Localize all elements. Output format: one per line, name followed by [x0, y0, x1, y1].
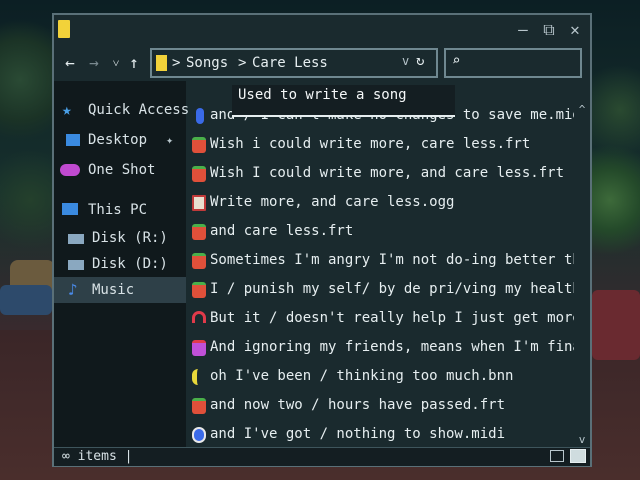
- file-row[interactable]: and now two / hours have passed.frt: [186, 391, 574, 420]
- file-name: oh I've been / thinking too much.bnn: [210, 368, 514, 384]
- file-row[interactable]: And ignoring my friends, means when I'm …: [186, 333, 574, 362]
- strawberry-icon: [192, 137, 206, 153]
- file-name: and I've got / nothing to show.midi: [210, 426, 506, 442]
- file-row[interactable]: I / punish my self/ by de pri/ving my he…: [186, 275, 574, 304]
- status-bar: ∞ items |: [54, 447, 590, 466]
- sidebar-item-label: Music: [92, 282, 135, 298]
- file-row[interactable]: and care less.frt: [186, 217, 574, 246]
- headphones-icon: [192, 311, 206, 323]
- banana-icon: [192, 369, 204, 385]
- file-name: And ignoring my friends, means when I'm …: [210, 339, 574, 355]
- midi-icon: [192, 427, 206, 443]
- recent-locations-button[interactable]: ˅: [108, 51, 124, 75]
- sidebar-item-one-shot[interactable]: One Shot: [54, 157, 186, 183]
- sidebar-item-label: Disk (R:): [92, 230, 168, 246]
- file-name: Sometimes I'm angry I'm not do-ing bette…: [210, 252, 574, 268]
- strawberry-icon: [192, 282, 206, 298]
- sidebar-item-label: Desktop: [88, 132, 148, 148]
- sidebar-item-disk-d[interactable]: Disk (D:): [54, 251, 186, 277]
- folder-icon: [156, 55, 167, 71]
- desktop-icon: [66, 134, 80, 146]
- item-count: ∞ items |: [62, 449, 133, 464]
- pin-icon[interactable]: ✦: [166, 127, 173, 153]
- music-note-icon: ♪: [68, 280, 78, 299]
- file-name: I / punish my self/ by de pri/ving my he…: [210, 281, 574, 297]
- sidebar-item-label: One Shot: [88, 162, 156, 178]
- address-dropdown-icon[interactable]: v: [402, 54, 409, 68]
- file-row[interactable]: Wish i could write more, care less.frt: [186, 130, 574, 159]
- folder-app-icon: [58, 20, 70, 38]
- file-row[interactable]: Write more, and care less.ogg: [186, 188, 574, 217]
- title-bar[interactable]: — ⧉ ✕: [54, 15, 590, 45]
- sidebar-item-desktop[interactable]: Desktop ✦: [54, 127, 186, 153]
- file-row[interactable]: Sometimes I'm angry I'm not do-ing bette…: [186, 246, 574, 275]
- background-table: [0, 285, 52, 315]
- back-button[interactable]: ←: [62, 51, 78, 75]
- file-name: and care less.frt: [210, 223, 354, 239]
- sidebar-item-this-pc[interactable]: This PC: [54, 197, 186, 223]
- file-name: Write more, and care less.ogg: [210, 194, 455, 210]
- strawberry-icon: [192, 253, 206, 269]
- background-chair: [592, 290, 640, 360]
- disk-icon: [68, 260, 84, 270]
- star-icon: ★: [62, 100, 72, 119]
- file-name: Wish I could write more, and care less.f…: [210, 165, 565, 181]
- disk-icon: [68, 234, 84, 244]
- card-icon: [192, 195, 206, 211]
- cloud-icon: [60, 164, 80, 176]
- breadcrumb-separator: >: [238, 55, 247, 71]
- tooltip: Used to write a song: [232, 85, 455, 117]
- scroll-down-icon[interactable]: v: [574, 433, 590, 447]
- thumbnail-view-icon[interactable]: [570, 449, 586, 463]
- navigation-bar: ← → ˅ ↑ > Songs > Care Less v ↻ ⌕: [54, 45, 590, 81]
- file-row[interactable]: oh I've been / thinking too much.bnn: [186, 362, 574, 391]
- sidebar-item-label: This PC: [88, 202, 148, 218]
- file-list: and / I can't make no changes to save me…: [186, 103, 574, 449]
- sidebar-item-quick-access[interactable]: ★ Quick Access: [54, 97, 190, 123]
- file-explorer-window: — ⧉ ✕ ← → ˅ ↑ > Songs > Care Less v ↻ ⌕ …: [52, 13, 592, 467]
- breadcrumb-care-less[interactable]: Care Less: [252, 54, 328, 72]
- breadcrumb-songs[interactable]: Songs: [186, 54, 228, 72]
- strawberry-icon: [192, 224, 206, 240]
- file-row[interactable]: But it / doesn't really help I just get …: [186, 304, 574, 333]
- refresh-icon[interactable]: ↻: [416, 53, 424, 69]
- up-button[interactable]: ↑: [126, 51, 142, 75]
- minimize-button[interactable]: —: [512, 19, 534, 41]
- file-row[interactable]: Wish I could write more, and care less.f…: [186, 159, 574, 188]
- close-button[interactable]: ✕: [564, 19, 586, 41]
- sidebar-item-label: Disk (D:): [92, 256, 168, 272]
- forward-button[interactable]: →: [86, 51, 102, 75]
- scroll-up-icon[interactable]: ^: [574, 103, 590, 117]
- file-name: and now two / hours have passed.frt: [210, 397, 506, 413]
- strawberry-icon: [192, 166, 206, 182]
- details-view-icon[interactable]: [550, 450, 564, 462]
- file-row[interactable]: and I've got / nothing to show.midi: [186, 420, 574, 449]
- sidebar-item-label: Quick Access: [88, 102, 190, 118]
- vertical-scrollbar[interactable]: ^ v: [574, 103, 590, 449]
- search-icon: ⌕: [452, 53, 461, 69]
- midi-icon: [196, 108, 204, 124]
- sidebar-item-disk-r[interactable]: Disk (R:): [54, 225, 186, 251]
- strawberry-icon: [192, 398, 206, 414]
- breadcrumb-separator: >: [172, 55, 181, 71]
- search-input[interactable]: ⌕: [444, 48, 582, 78]
- navigation-pane: ★ Quick Access Desktop ✦ One Shot This P…: [54, 81, 190, 447]
- file-name: But it / doesn't really help I just get …: [210, 310, 574, 326]
- sidebar-item-music[interactable]: ♪ Music: [54, 277, 186, 303]
- maximize-button[interactable]: ⧉: [538, 19, 560, 41]
- jar-icon: [192, 340, 206, 356]
- monitor-icon: [62, 203, 78, 215]
- file-name: Wish i could write more, care less.frt: [210, 136, 531, 152]
- address-bar[interactable]: > Songs > Care Less v ↻: [150, 48, 438, 78]
